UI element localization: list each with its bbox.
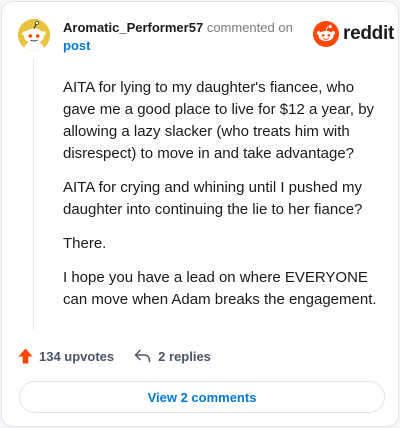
view-comments-button[interactable]: View 2 comments <box>19 381 385 413</box>
reddit-snoo-icon <box>313 21 339 47</box>
replies-count: 2 replies <box>158 348 211 364</box>
comment-paragraph: AITA for lying to my daughter's fiancee,… <box>63 79 375 162</box>
thread-line <box>33 58 34 330</box>
post-link[interactable]: post <box>63 38 90 53</box>
comment-card: Aromatic_Performer57 commented on post r… <box>1 1 399 427</box>
action-text: commented on <box>206 20 293 35</box>
comment-body: AITA for lying to my daughter's fiancee,… <box>63 77 383 323</box>
comment-paragraph: I hope you have a lead on where EVERYONE… <box>63 269 377 308</box>
username[interactable]: Aromatic_Performer57 <box>63 20 203 35</box>
comment-paragraph: There. <box>63 235 107 252</box>
snoo-avatar-icon <box>18 19 50 51</box>
avatar[interactable] <box>18 19 50 51</box>
logo-wordmark: reddit <box>343 23 394 44</box>
comment-paragraph: AITA for crying and whining until I push… <box>63 179 363 218</box>
upvote-button[interactable]: 134 upvotes <box>18 348 114 364</box>
comment-actions: 134 upvotes 2 replies <box>18 346 211 366</box>
replies-button[interactable]: 2 replies <box>134 349 211 364</box>
comment-header: Aromatic_Performer57 commented on post <box>63 19 303 55</box>
upvote-count: 134 upvotes <box>39 348 115 364</box>
upvote-arrow-icon <box>18 348 33 364</box>
reddit-logo[interactable]: reddit <box>313 21 394 47</box>
reply-arrow-icon <box>134 349 151 363</box>
